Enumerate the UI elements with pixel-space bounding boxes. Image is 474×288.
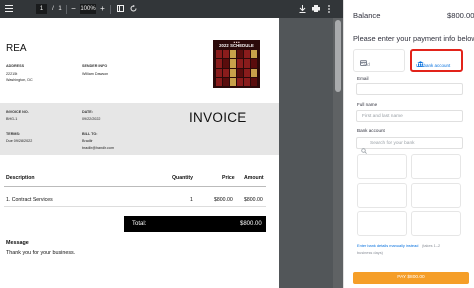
bank-tile[interactable]	[357, 183, 407, 208]
more-vertical-icon[interactable]	[325, 0, 333, 18]
download-icon[interactable]	[297, 0, 307, 18]
table-row-divider	[4, 206, 266, 207]
menu-icon[interactable]	[3, 0, 15, 18]
bank-tile[interactable]	[411, 211, 461, 236]
sender-name: William Dawson	[82, 72, 109, 76]
sender-label: SENDER INFO	[82, 64, 108, 68]
invoice-no-label: INVOICE NO.	[6, 110, 29, 114]
print-icon[interactable]	[311, 0, 321, 18]
zoom-in-button[interactable]: +	[98, 0, 107, 18]
message-text: Thank you for your business.	[6, 250, 76, 256]
rotate-icon[interactable]	[128, 0, 138, 18]
schedule-image: ■ ■ ■ 2022 SCHEDULE	[213, 40, 260, 88]
total-value: $800.00	[240, 221, 262, 227]
invoice-page: REA ADDRESS 22215t Washington, DC SENDER…	[0, 18, 279, 288]
col-price: Price	[222, 175, 235, 181]
item-price: $800.00	[214, 197, 233, 203]
balance-label: Balance	[353, 11, 381, 20]
invoice-title: INVOICE	[189, 110, 247, 125]
company-name: REA	[6, 43, 27, 54]
balance-amount: $800.00	[447, 11, 474, 20]
fullname-placeholder: First and last name	[362, 114, 403, 119]
payment-prompt: Please enter your payment info below:	[353, 34, 474, 43]
table-header-divider	[4, 186, 266, 187]
bill-to-name: Bradlir	[82, 139, 93, 143]
bank-tile[interactable]	[357, 154, 407, 179]
tab-card-label: Card	[360, 62, 370, 67]
bill-to-email: bradlir@handlr.com	[82, 146, 115, 150]
bank-search-input[interactable]: Search for your bank	[356, 137, 463, 154]
schedule-image-title: 2022 SCHEDULE	[219, 43, 254, 48]
pay-button-label: PAY $800.00	[397, 275, 425, 280]
item-amount: $800.00	[244, 197, 263, 203]
total-label: Total:	[132, 221, 147, 227]
invoice-no: BHG-1	[6, 117, 18, 121]
page-total: 1	[58, 6, 62, 12]
bank-search-placeholder: Search for your bank	[370, 141, 415, 146]
date-label: DATE:	[82, 110, 93, 114]
address-line1: 22215t	[6, 72, 18, 76]
fullname-field[interactable]: First and last name	[356, 110, 463, 122]
col-description: Description	[6, 175, 35, 181]
bank-tile[interactable]	[411, 183, 461, 208]
tab-us-bank-account[interactable]: US bank account	[410, 49, 463, 72]
address-line2: Washington, DC	[6, 78, 33, 82]
bank-account-label: Bank account	[357, 128, 385, 133]
address-label: ADDRESS	[6, 64, 25, 68]
email-label: Email	[357, 76, 369, 81]
bill-to-label: BILL TO:	[82, 132, 98, 136]
message-label: Message	[6, 240, 29, 246]
tab-card[interactable]: Card	[353, 49, 405, 72]
manual-entry-note: (takes 1–2	[422, 243, 441, 248]
col-quantity: Quantity	[172, 175, 194, 181]
invoice-date: 09/22/2022	[82, 117, 101, 121]
page-number-input[interactable]: 1	[36, 4, 47, 14]
item-description: 1. Contract Services	[6, 197, 53, 203]
total-bar: Total: $800.00	[124, 216, 266, 232]
pdf-viewer: 1 / 1 − 100% + REA ADDRESS 22215t Washin…	[0, 0, 343, 288]
pay-button[interactable]: PAY $800.00	[353, 272, 469, 284]
fit-page-icon[interactable]	[115, 0, 125, 18]
email-field[interactable]	[356, 83, 463, 95]
terms-value: Due 09/28/2022	[6, 139, 33, 143]
card-icon	[360, 53, 367, 66]
pdf-scrollbar-thumb[interactable]	[335, 20, 341, 92]
manual-entry-link[interactable]: Enter bank details manually instead	[357, 243, 418, 248]
bank-icon	[417, 54, 424, 67]
bank-tile[interactable]	[357, 211, 407, 236]
fullname-label: Full name	[357, 102, 378, 107]
zoom-out-button[interactable]: −	[69, 0, 78, 18]
pdf-toolbar: 1 / 1 − 100% +	[0, 0, 343, 18]
payment-panel: Balance $800.00 Please enter your paymen…	[343, 0, 474, 288]
item-quantity: 1	[190, 197, 193, 203]
zoom-level-input[interactable]: 100%	[80, 4, 96, 14]
terms-label: TERMS:	[6, 132, 21, 136]
col-amount: Amount	[244, 175, 264, 181]
bank-tile[interactable]	[411, 154, 461, 179]
manual-entry-note-sub: business days)	[357, 250, 383, 255]
tab-bank-label: US bank account	[416, 63, 451, 68]
